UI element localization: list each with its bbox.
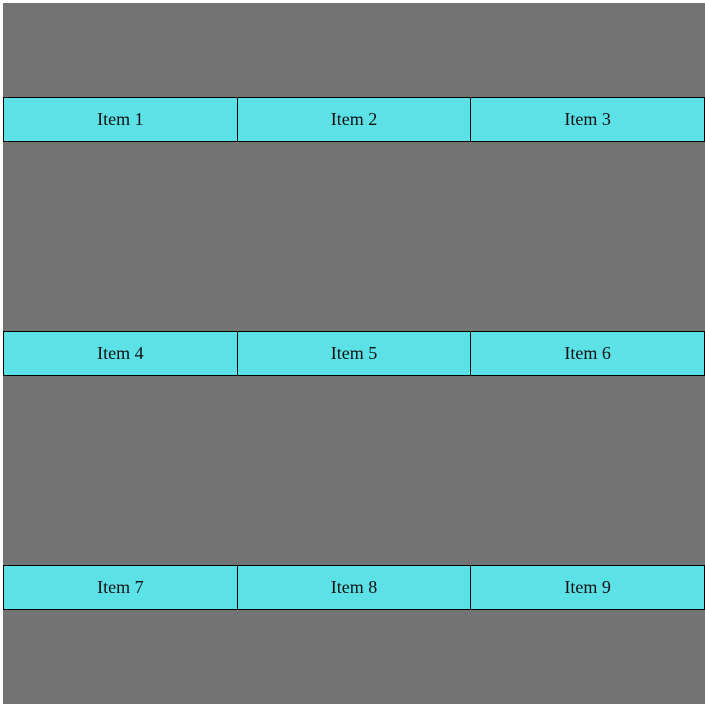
grid-item-5[interactable]: Item 5 bbox=[236, 331, 471, 375]
grid-item-2[interactable]: Item 2 bbox=[236, 98, 471, 142]
item-row-3: Item 7 Item 8 Item 9 bbox=[3, 564, 705, 610]
row-band-2: Item 4 Item 5 Item 6 bbox=[3, 237, 705, 471]
grid-item-4[interactable]: Item 4 bbox=[4, 331, 237, 375]
grid-item-3[interactable]: Item 3 bbox=[470, 98, 705, 142]
row-band-1: Item 1 Item 2 Item 3 bbox=[3, 3, 705, 237]
grid-item-7[interactable]: Item 7 bbox=[4, 565, 237, 609]
grid-item-9[interactable]: Item 9 bbox=[470, 565, 705, 609]
grid-container: Item 1 Item 2 Item 3 Item 4 Item 5 Item … bbox=[3, 3, 705, 704]
grid-item-6[interactable]: Item 6 bbox=[470, 331, 705, 375]
row-band-3: Item 7 Item 8 Item 9 bbox=[3, 470, 705, 704]
item-row-2: Item 4 Item 5 Item 6 bbox=[3, 330, 705, 376]
grid-item-8[interactable]: Item 8 bbox=[236, 565, 471, 609]
item-row-1: Item 1 Item 2 Item 3 bbox=[3, 97, 705, 143]
grid-item-1[interactable]: Item 1 bbox=[4, 98, 237, 142]
